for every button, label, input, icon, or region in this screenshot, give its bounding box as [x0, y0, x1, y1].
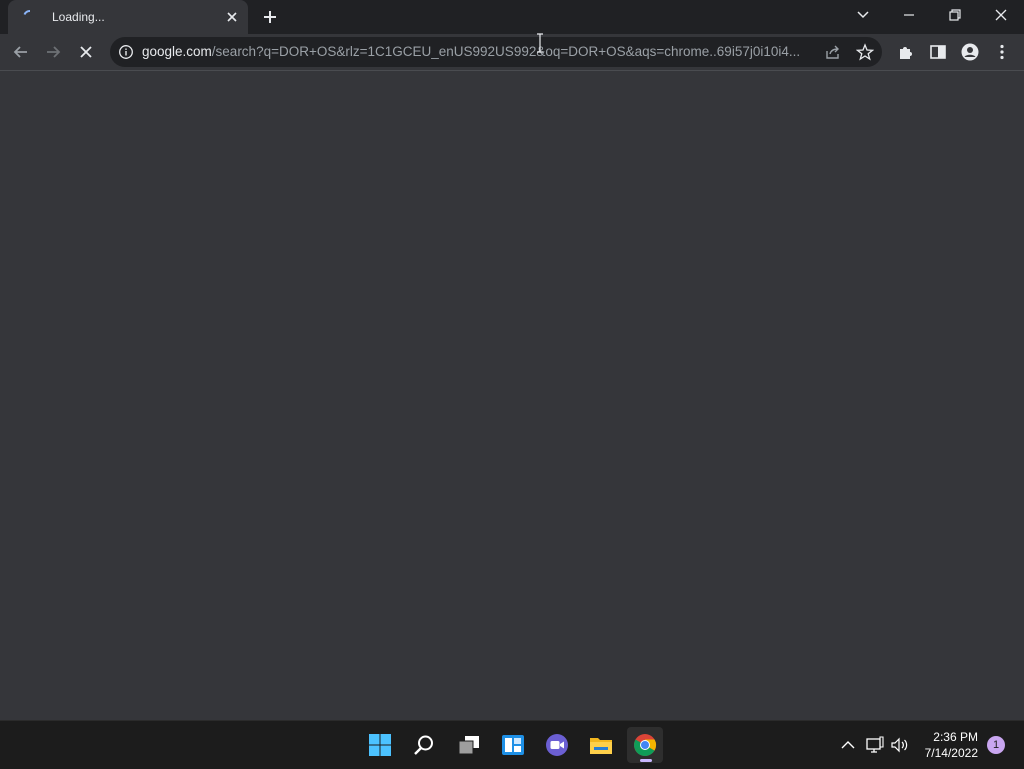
stop-loading-icon[interactable] — [74, 40, 98, 64]
restore-icon[interactable] — [932, 0, 978, 30]
show-hidden-icons-chevron-icon[interactable] — [838, 735, 858, 755]
taskbar: 2:36 PM 7/14/2022 1 — [0, 720, 1024, 769]
address-bar[interactable]: google.com/search?q=DOR+OS&rlz=1C1GCEU_e… — [110, 37, 882, 67]
chrome-menu-icon[interactable] — [990, 40, 1014, 64]
page-content — [0, 71, 1024, 720]
url-text[interactable]: google.com/search?q=DOR+OS&rlz=1C1GCEU_e… — [142, 44, 812, 60]
active-app-indicator — [640, 759, 652, 762]
volume-icon[interactable] — [890, 735, 910, 755]
tab-title: Loading... — [52, 10, 105, 24]
site-info-icon[interactable] — [118, 44, 134, 60]
url-host: google.com — [142, 44, 212, 59]
text-cursor-icon — [535, 33, 545, 53]
minimize-icon[interactable] — [886, 0, 932, 30]
loading-spinner-icon — [22, 9, 38, 25]
browser-toolbar: google.com/search?q=DOR+OS&rlz=1C1GCEU_e… — [0, 34, 1024, 71]
side-panel-icon[interactable] — [926, 40, 950, 64]
network-icon[interactable] — [865, 735, 885, 755]
teams-chat-icon[interactable] — [539, 727, 575, 763]
system-clock[interactable]: 2:36 PM 7/14/2022 — [910, 729, 978, 761]
clock-time: 2:36 PM — [933, 730, 978, 744]
url-path: /search?q=DOR+OS&rlz=1C1GCEU_enUS992US99… — [211, 44, 801, 59]
widgets-icon[interactable] — [495, 727, 531, 763]
back-arrow-icon[interactable] — [9, 40, 33, 64]
notification-badge[interactable]: 1 — [987, 736, 1005, 754]
profile-avatar-icon[interactable] — [958, 40, 982, 64]
task-view-icon[interactable] — [451, 727, 487, 763]
tab-strip: Loading... — [0, 0, 1024, 34]
bookmark-star-icon[interactable] — [855, 43, 875, 61]
extensions-puzzle-icon[interactable] — [894, 40, 918, 64]
browser-tab[interactable]: Loading... — [8, 0, 248, 34]
start-windows-icon[interactable] — [362, 727, 398, 763]
forward-arrow-icon[interactable] — [41, 40, 65, 64]
file-explorer-icon[interactable] — [583, 727, 619, 763]
chrome-taskbar-icon[interactable] — [627, 727, 663, 763]
close-window-icon[interactable] — [978, 0, 1024, 30]
close-tab-icon[interactable] — [224, 9, 240, 25]
share-icon[interactable] — [824, 43, 842, 61]
search-icon[interactable] — [406, 727, 442, 763]
tab-search-icon[interactable] — [852, 5, 874, 25]
clock-date: 7/14/2022 — [924, 746, 978, 760]
new-tab-icon[interactable] — [260, 7, 280, 27]
